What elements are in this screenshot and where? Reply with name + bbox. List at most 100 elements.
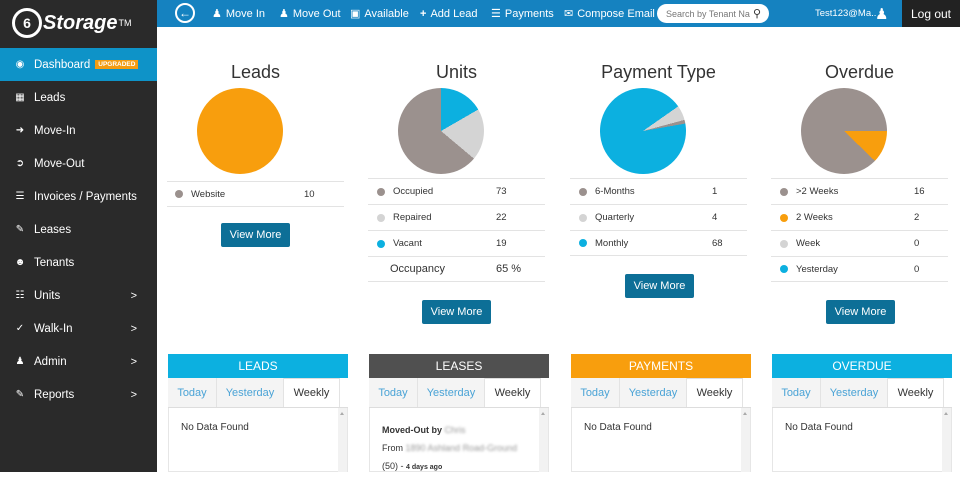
tab-yesterday[interactable]: Yesterday <box>418 378 485 407</box>
no-data-text: No Data Found <box>584 422 652 433</box>
tab-today[interactable]: Today <box>168 378 217 407</box>
legend-label: 6-Months <box>595 186 635 197</box>
separator: - <box>400 461 404 471</box>
sidebar-item-invoices[interactable]: ☰ Invoices / Payments <box>0 180 157 213</box>
time-ago: 4 days ago <box>406 464 443 471</box>
legend-value: 0 <box>914 263 920 275</box>
tab-weekly[interactable]: Weekly <box>284 378 340 407</box>
leads-view-more-button[interactable]: View More <box>221 223 290 247</box>
legend-row: 6-Months 1 <box>570 178 747 204</box>
legend-row: Quarterly 4 <box>570 204 747 230</box>
overdue-view-more-button[interactable]: View More <box>826 300 895 324</box>
scrollbar[interactable] <box>338 408 347 472</box>
payment-type-view-more-button[interactable]: View More <box>625 274 694 298</box>
sidebar-item-label: Admin <box>34 355 67 368</box>
legend-label: Monthly <box>595 237 629 249</box>
legend-dot <box>780 239 788 248</box>
legend-value: 2 <box>914 212 920 223</box>
tab-today[interactable]: Today <box>772 378 821 407</box>
occupancy-row: Occupancy 65 % <box>368 256 545 282</box>
sidebar-item-label: Move-In <box>34 124 76 137</box>
occupancy-label: Occupancy <box>390 263 446 275</box>
sidebar-item-move-in[interactable]: ➜ Move-In <box>0 114 157 147</box>
from-label: From <box>382 443 403 453</box>
sidebar-item-label: Move-Out <box>34 157 85 170</box>
legend-value: 1 <box>712 186 718 197</box>
sidebar-item-label: Invoices / Payments <box>34 190 137 203</box>
units-view-more-button[interactable]: View More <box>422 300 491 324</box>
sidebar-item-units[interactable]: ☷ Units > <box>0 279 157 312</box>
scrollbar[interactable] <box>741 408 750 472</box>
tab-yesterday[interactable]: Yesterday <box>217 378 284 407</box>
app-logo[interactable]: 6 Storage TM <box>0 0 157 46</box>
moved-out-label: Moved-Out by <box>382 425 442 435</box>
legend-value: 68 <box>712 237 723 249</box>
sign-out-icon: ➲ <box>15 158 25 169</box>
sidebar-item-label: Reports <box>34 388 75 401</box>
user-icon: ♟ <box>15 356 25 367</box>
tab-today[interactable]: Today <box>369 378 418 407</box>
overdue-pie-chart <box>801 88 887 174</box>
lease-activity-unit: (50) - 4 days ago <box>382 456 536 478</box>
logo-circle: 6 <box>12 8 42 38</box>
legend-label: Week <box>796 238 821 249</box>
legend-row: 2 Weeks 2 <box>771 204 948 230</box>
tab-weekly[interactable]: Weekly <box>687 378 743 407</box>
sidebar-item-dashboard[interactable]: ◉ Dashboard UPGRADED <box>0 48 157 81</box>
chevron-right-icon: > <box>130 289 137 302</box>
sidebar-item-admin[interactable]: ♟ Admin > <box>0 345 157 378</box>
tab-weekly[interactable]: Weekly <box>888 378 944 407</box>
no-data-text: No Data Found <box>181 422 249 433</box>
sidebar-item-label: Units <box>34 289 61 302</box>
no-data-text: No Data Found <box>785 422 853 433</box>
sidebar-item-label: Leads <box>34 91 66 104</box>
from-location: 1890 Ashland Road-Ground <box>405 443 518 453</box>
logo-tm: TM <box>118 18 132 28</box>
logo-text: Storage <box>43 11 118 34</box>
card-title: Leads <box>230 62 281 82</box>
legend-dot <box>780 213 788 222</box>
legend-dot <box>579 239 587 247</box>
legend-dot <box>377 213 385 222</box>
legend-label: Yesterday <box>796 263 838 275</box>
tab-yesterday[interactable]: Yesterday <box>620 378 687 407</box>
sidebar-item-tenants[interactable]: ☻ Tenants <box>0 246 157 279</box>
sidebar-item-move-out[interactable]: ➲ Move-Out <box>0 147 157 180</box>
leads-panel: LEADS Today Yesterday Weekly No Data Fou… <box>168 354 348 472</box>
upgraded-badge: UPGRADED <box>95 60 139 69</box>
occupancy-value: 65 % <box>496 263 522 275</box>
units-card: Units Occupied 73 Repaired 22 Vacant 19 … <box>368 0 545 330</box>
users-icon: ☻ <box>14 257 26 268</box>
scrollbar[interactable] <box>539 408 548 472</box>
leads-card: Leads Website 10 View More <box>167 0 344 260</box>
panel-body: No Data Found <box>772 408 952 472</box>
tab-yesterday[interactable]: Yesterday <box>821 378 888 407</box>
legend-label: Occupied <box>393 186 434 197</box>
inbox-icon: ▣ <box>350 8 361 20</box>
sidebar-item-leases[interactable]: ✎ Leases <box>0 213 157 246</box>
legend-row: Vacant 19 <box>368 230 545 256</box>
search-icon[interactable]: ⚲ <box>753 7 761 20</box>
panel-header: OVERDUE <box>772 354 952 378</box>
sidebar-item-leads[interactable]: ▦ Leads <box>0 81 157 114</box>
tab-today[interactable]: Today <box>571 378 620 407</box>
overdue-panel: OVERDUE Today Yesterday Weekly No Data F… <box>772 354 952 472</box>
panel-body: No Data Found <box>168 408 348 472</box>
panel-tabs: Today Yesterday Weekly <box>571 378 751 408</box>
legend-value: 0 <box>914 238 920 249</box>
card-title: Overdue <box>824 62 895 82</box>
sidebar: 6 Storage TM ◉ Dashboard UPGRADED ▦ Leads ➜ M… <box>0 0 157 472</box>
tab-weekly[interactable]: Weekly <box>485 378 541 407</box>
legend-value: 16 <box>914 186 925 197</box>
moved-by-name: Chris <box>444 425 466 435</box>
payment-type-pie-chart <box>583 71 703 191</box>
card-title: Payment Type <box>601 62 716 82</box>
sidebar-item-walk-in[interactable]: ✓ Walk-In > <box>0 312 157 345</box>
leads-pie-chart <box>197 88 283 174</box>
sidebar-item-reports[interactable]: ✎ Reports > <box>0 378 157 411</box>
scrollbar[interactable] <box>942 408 951 472</box>
edit-icon: ✎ <box>15 224 25 235</box>
grid-icon: ☷ <box>15 290 25 301</box>
legend-dot <box>780 265 788 273</box>
panel-header: PAYMENTS <box>571 354 751 378</box>
